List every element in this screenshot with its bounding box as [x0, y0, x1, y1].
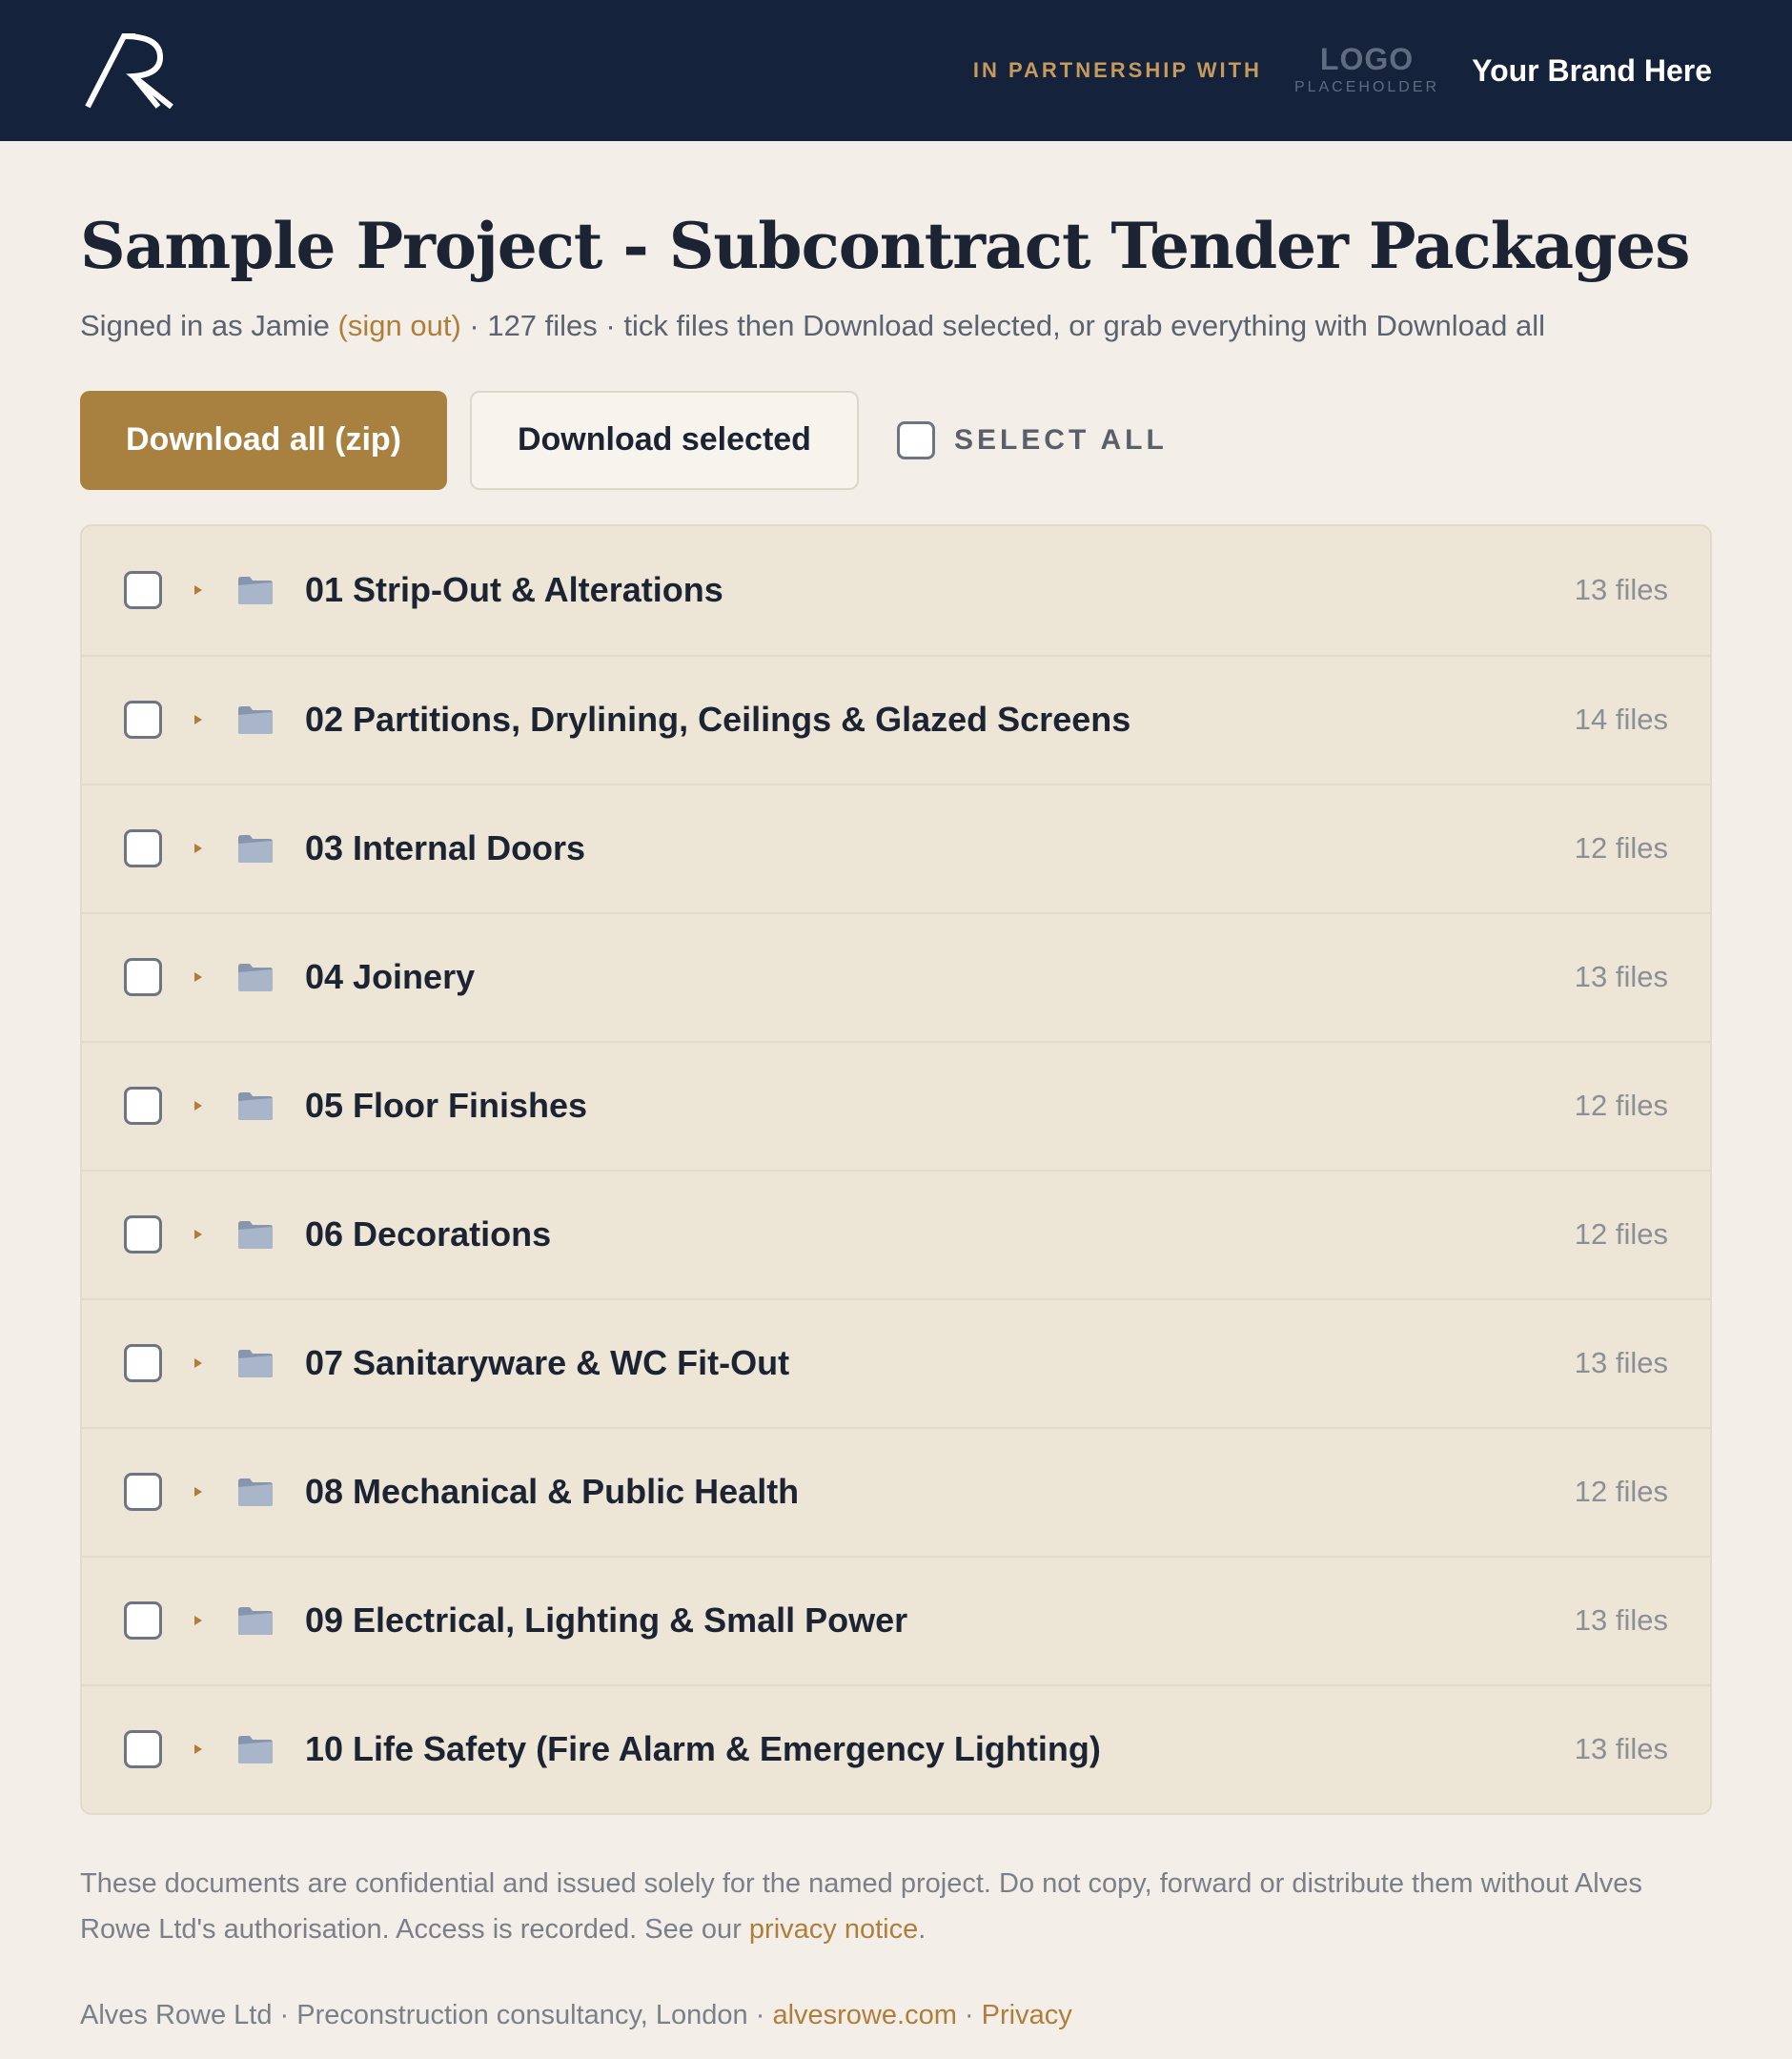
- folder-file-count: 13 files: [1574, 1346, 1668, 1380]
- privacy-link[interactable]: Privacy: [982, 2000, 1072, 2030]
- folder-checkbox[interactable]: [124, 958, 162, 997]
- chevron-right-icon[interactable]: [194, 1744, 202, 1755]
- chevron-right-icon[interactable]: [194, 972, 202, 983]
- select-all-checkbox[interactable]: [896, 420, 935, 459]
- folder-checkbox[interactable]: [124, 1601, 162, 1641]
- folder-icon: [238, 1607, 273, 1636]
- folder-checkbox[interactable]: [124, 1215, 162, 1254]
- signed-in-text: Signed in as Jamie: [80, 308, 338, 342]
- partner-logo-sub: PLACEHOLDER: [1293, 79, 1440, 95]
- folder-row[interactable]: 07 Sanitaryware & WC Fit-Out 13 files: [82, 1297, 1710, 1427]
- folder-file-count: 14 files: [1574, 703, 1668, 737]
- folder-name: 04 Joinery: [305, 957, 476, 997]
- download-all-button[interactable]: Download all (zip): [80, 390, 447, 490]
- folder-row[interactable]: 02 Partitions, Drylining, Ceilings & Gla…: [82, 654, 1710, 784]
- select-all-control[interactable]: SELECT ALL: [896, 420, 1168, 459]
- folder-checkbox[interactable]: [124, 1473, 162, 1512]
- folder-file-count: 13 files: [1574, 1603, 1668, 1638]
- folder-checkbox[interactable]: [124, 1730, 162, 1769]
- folder-icon: [238, 706, 273, 735]
- footer-company: Alves Rowe Ltd · Preconstruction consult…: [80, 1999, 773, 2030]
- folder-file-count: 12 files: [1574, 1217, 1668, 1252]
- folder-icon: [238, 964, 273, 992]
- partner-logo-placeholder: LOGO PLACEHOLDER: [1293, 42, 1440, 96]
- partner-block: IN PARTNERSHIP WITH LOGO PLACEHOLDER You…: [972, 42, 1712, 96]
- brand-logo-link[interactable]: [84, 32, 175, 109]
- folder-file-count: 13 files: [1574, 573, 1668, 607]
- chevron-right-icon[interactable]: [194, 1358, 202, 1369]
- footer-separator: ·: [956, 1999, 982, 2030]
- top-bar: IN PARTNERSHIP WITH LOGO PLACEHOLDER You…: [0, 0, 1792, 141]
- chevron-right-icon[interactable]: [194, 1487, 202, 1498]
- chevron-right-icon[interactable]: [194, 585, 202, 596]
- folder-row[interactable]: 05 Floor Finishes 12 files: [82, 1040, 1710, 1170]
- folder-checkbox[interactable]: [124, 571, 162, 610]
- folder-icon: [238, 1736, 273, 1764]
- folder-file-count: 12 files: [1574, 1475, 1668, 1509]
- chevron-right-icon[interactable]: [194, 844, 202, 854]
- folder-icon: [238, 577, 273, 605]
- website-link[interactable]: alvesrowe.com: [772, 2000, 956, 2030]
- select-all-label: SELECT ALL: [953, 423, 1168, 456]
- folder-file-count: 12 files: [1574, 831, 1668, 866]
- folder-row[interactable]: 04 Joinery 13 files: [82, 911, 1710, 1041]
- folder-name: 03 Internal Doors: [305, 828, 586, 868]
- chevron-right-icon[interactable]: [194, 715, 202, 725]
- sign-out-link[interactable]: (sign out): [338, 309, 461, 342]
- folder-checkbox[interactable]: [124, 701, 162, 740]
- confidentiality-notice: These documents are confidential and iss…: [80, 1861, 1712, 1952]
- folder-file-count: 13 files: [1574, 960, 1668, 994]
- folder-row[interactable]: 06 Decorations 12 files: [82, 1169, 1710, 1298]
- partner-logo-main: LOGO: [1319, 42, 1415, 76]
- folder-name: 05 Floor Finishes: [305, 1086, 588, 1126]
- privacy-notice-link[interactable]: privacy notice: [749, 1914, 918, 1945]
- folder-icon: [238, 1350, 273, 1378]
- folder-name: 09 Electrical, Lighting & Small Power: [305, 1600, 908, 1641]
- folder-icon: [238, 835, 273, 864]
- folder-checkbox[interactable]: [124, 829, 162, 868]
- folder-row[interactable]: 08 Mechanical & Public Health 12 files: [82, 1426, 1710, 1556]
- chevron-right-icon[interactable]: [194, 1230, 202, 1240]
- folder-icon: [238, 1221, 273, 1250]
- folder-name: 02 Partitions, Drylining, Ceilings & Gla…: [305, 700, 1131, 740]
- folder-file-count: 13 files: [1574, 1732, 1668, 1766]
- main-content: Sample Project - Subcontract Tender Pack…: [0, 212, 1792, 2031]
- folder-checkbox[interactable]: [124, 1344, 162, 1383]
- folder-checkbox[interactable]: [124, 1087, 162, 1126]
- folder-row[interactable]: 01 Strip-Out & Alterations 13 files: [82, 526, 1710, 655]
- folder-file-count: 12 files: [1574, 1089, 1668, 1123]
- folder-row[interactable]: 09 Electrical, Lighting & Small Power 13…: [82, 1555, 1710, 1684]
- signed-in-summary: Signed in as Jamie (sign out) · 127 file…: [80, 308, 1712, 343]
- ar-logo-icon: [85, 33, 173, 109]
- folder-name: 10 Life Safety (Fire Alarm & Emergency L…: [305, 1729, 1101, 1769]
- folder-name: 07 Sanitaryware & WC Fit-Out: [305, 1343, 790, 1383]
- folder-row[interactable]: 03 Internal Doors 12 files: [82, 783, 1710, 912]
- folder-row[interactable]: 10 Life Safety (Fire Alarm & Emergency L…: [82, 1683, 1710, 1813]
- notice-end: .: [918, 1913, 927, 1945]
- folder-name: 06 Decorations: [305, 1214, 552, 1254]
- page-title: Sample Project - Subcontract Tender Pack…: [80, 209, 1690, 283]
- chevron-right-icon[interactable]: [194, 1616, 202, 1626]
- chevron-right-icon[interactable]: [194, 1101, 202, 1111]
- folder-list: 01 Strip-Out & Alterations 13 files 02 P…: [80, 523, 1712, 1815]
- actions-bar: Download all (zip) Download selected SEL…: [80, 390, 1712, 490]
- partner-brand-name: Your Brand Here: [1472, 52, 1712, 88]
- folder-icon: [238, 1478, 273, 1507]
- folder-name: 08 Mechanical & Public Health: [305, 1472, 800, 1512]
- folder-icon: [238, 1092, 273, 1121]
- files-summary-text: · 127 files · tick files then Download s…: [460, 308, 1546, 342]
- partner-label: IN PARTNERSHIP WITH: [972, 58, 1262, 82]
- footer: Alves Rowe Ltd · Preconstruction consult…: [80, 2000, 1712, 2031]
- download-selected-button[interactable]: Download selected: [469, 390, 859, 490]
- folder-name: 01 Strip-Out & Alterations: [305, 570, 723, 610]
